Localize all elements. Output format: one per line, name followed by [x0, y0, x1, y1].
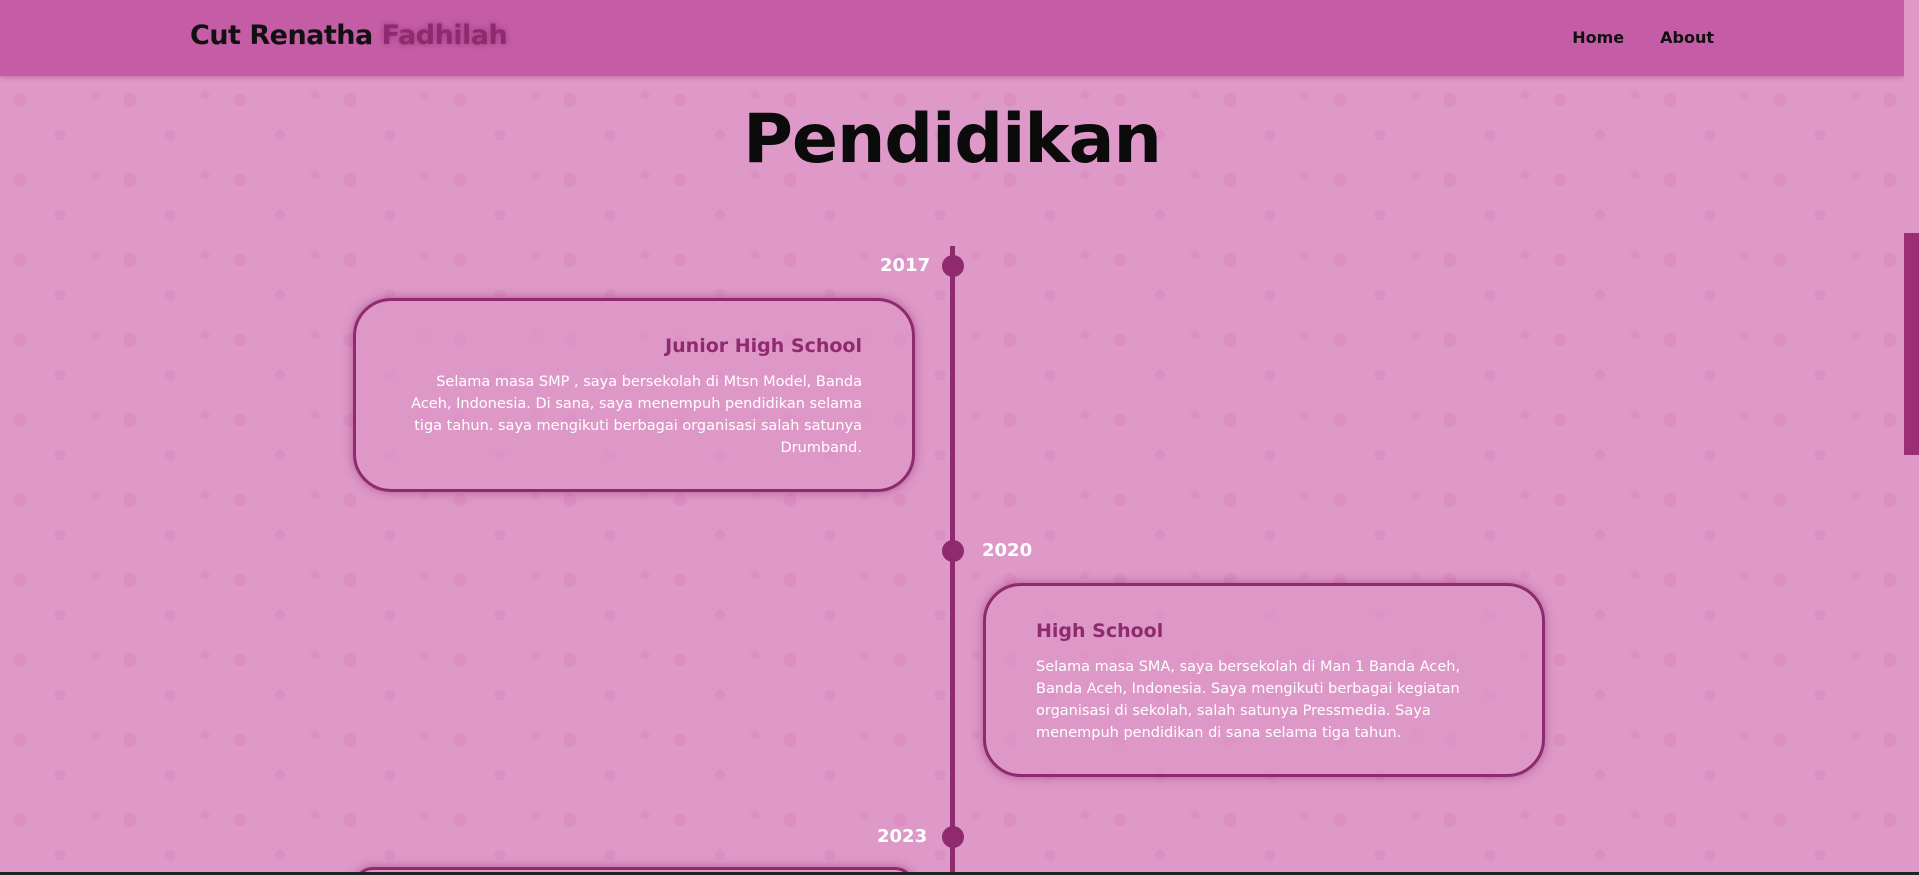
- timeline-card-high-school: High School Selama masa SMA, saya bersek…: [983, 583, 1545, 777]
- card-title: Junior High School: [665, 335, 862, 357]
- brand-logo[interactable]: Cut Renatha Fadhilah: [190, 20, 508, 51]
- timeline-year-2017: 2017: [880, 255, 931, 276]
- card-text: Selama masa SMP , saya bersekolah di Mts…: [411, 374, 862, 456]
- timeline-dot-2020: [942, 540, 964, 562]
- nav-links: Home About: [1572, 28, 1714, 47]
- nav-home-link[interactable]: Home: [1572, 28, 1624, 47]
- card-text: Selama masa SMA, saya bersekolah di Man …: [1036, 659, 1461, 741]
- page-title: Pendidikan: [743, 100, 1162, 179]
- brand-last-name: Fadhilah: [381, 20, 508, 51]
- scrollbar-thumb[interactable]: [1904, 233, 1919, 455]
- timeline-dot-2023: [942, 826, 964, 848]
- timeline-dot-2017: [942, 255, 964, 277]
- timeline-year-2023: 2023: [877, 826, 928, 847]
- nav-about-link[interactable]: About: [1660, 28, 1714, 47]
- card-title: High School: [1036, 620, 1164, 642]
- navbar: Cut Renatha Fadhilah Home About: [0, 0, 1904, 76]
- brand-first-name: Cut Renatha: [190, 20, 373, 51]
- timeline-year-2020: 2020: [982, 540, 1033, 561]
- timeline-card-junior-high: Junior High School Selama masa SMP , say…: [353, 298, 915, 492]
